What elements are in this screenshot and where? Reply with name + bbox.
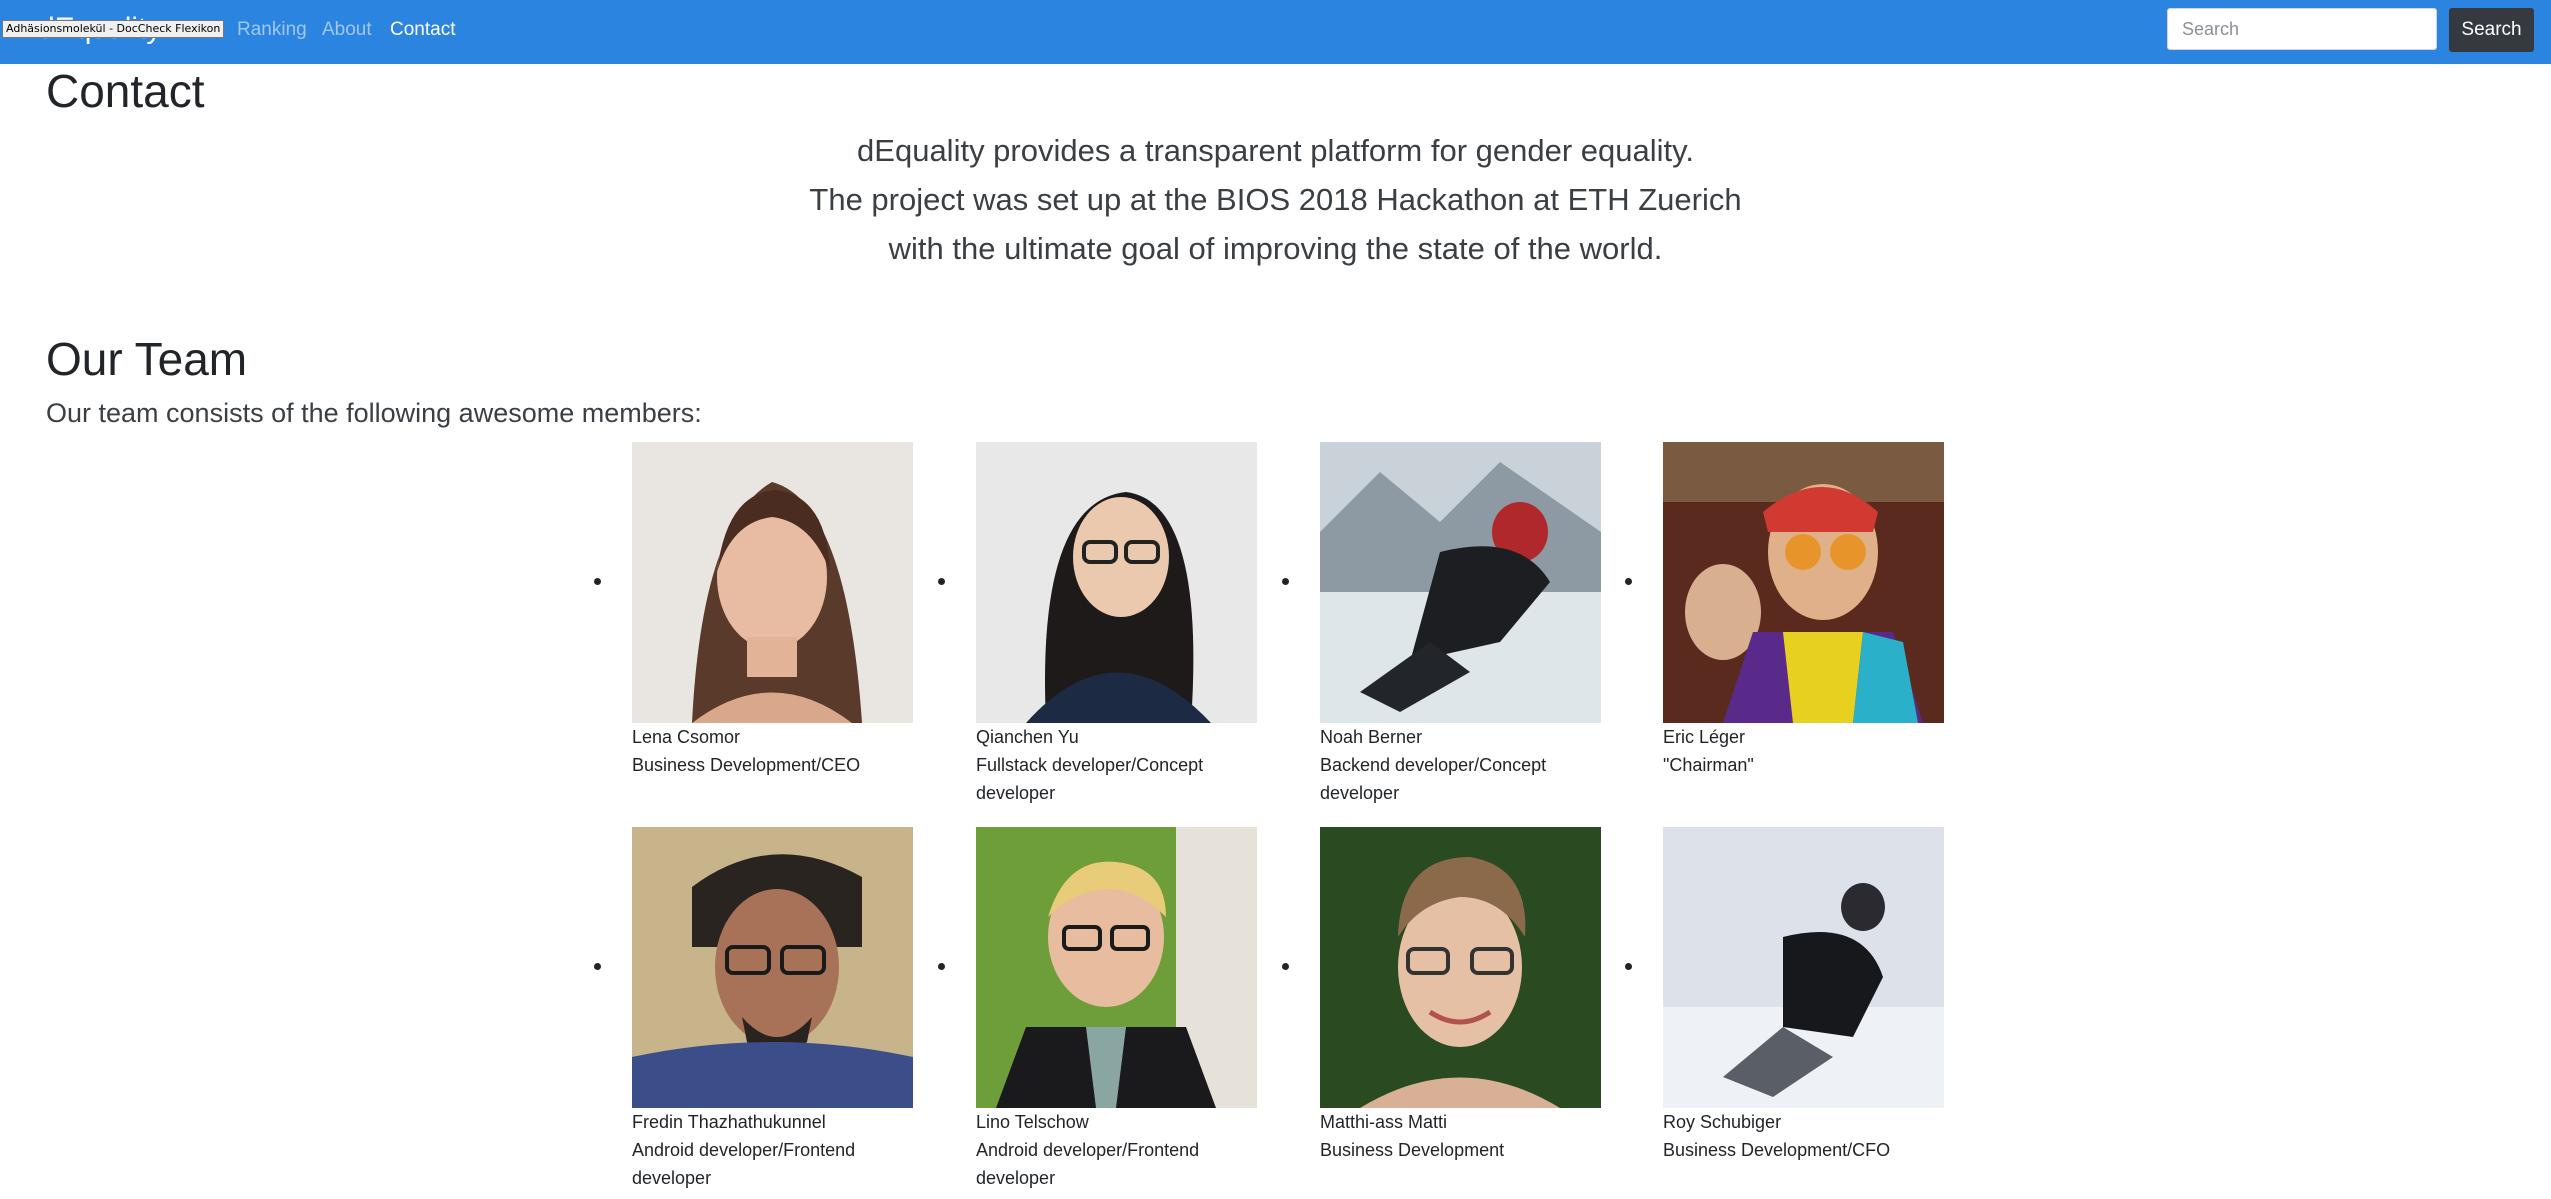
list-bullet [1625, 578, 1632, 585]
list-bullet [1282, 578, 1289, 585]
intro-line: dEquality provides a transparent platfor… [857, 133, 1694, 168]
intro-text: dEquality provides a transparent platfor… [0, 126, 2551, 273]
member-role: Android developer/Frontend developer [632, 1140, 856, 1188]
top-navbar: dEquality Adhäsionsmolekül - DocCheck Fl… [0, 0, 2551, 64]
member-name: Lena Csomor [632, 727, 741, 747]
member-role: Business Development/CFO [1663, 1140, 1891, 1160]
member-photo [1320, 442, 1601, 723]
list-bullet [1625, 963, 1632, 970]
team-member-card: Noah Berner Backend developer/Concept de… [1282, 442, 1610, 807]
member-name: Eric Léger [1663, 727, 1746, 747]
list-bullet [1282, 963, 1289, 970]
member-photo [1320, 827, 1601, 1108]
member-name: Roy Schubiger [1663, 1112, 1782, 1132]
list-bullet [938, 963, 945, 970]
list-bullet [594, 963, 601, 970]
member-photo [632, 442, 913, 723]
intro-line: The project was set up at the BIOS 2018 … [809, 182, 1742, 217]
member-name: Fredin Thazhathukunnel [632, 1112, 826, 1132]
member-role: Backend developer/Concept developer [1320, 755, 1547, 803]
team-member-card: Lino Telschow Android developer/Frontend… [938, 827, 1266, 1192]
list-bullet [938, 578, 945, 585]
member-photo [1663, 442, 1944, 723]
intro-line: with the ultimate goal of improving the … [888, 231, 1663, 266]
nav-link-about[interactable]: About [322, 19, 372, 41]
list-bullet [594, 578, 601, 585]
member-name: Lino Telschow [976, 1112, 1089, 1132]
member-photo [1663, 827, 1944, 1108]
search-button[interactable]: Search [2449, 8, 2534, 52]
member-role: Android developer/Frontend developer [976, 1140, 1200, 1188]
team-title: Our Team [46, 333, 248, 385]
team-member-card: Fredin Thazhathukunnel Android developer… [594, 827, 922, 1192]
nav-link-contact[interactable]: Contact [390, 19, 455, 41]
member-role: Fullstack developer/Concept developer [976, 755, 1204, 803]
team-member-card: Eric Léger "Chairman" [1625, 442, 1953, 779]
member-photo [632, 827, 913, 1108]
browser-tooltip: Adhäsionsmolekül - DocCheck Flexikon [2, 20, 225, 38]
member-name: Noah Berner [1320, 727, 1423, 747]
team-member-card: Qianchen Yu Fullstack developer/Concept … [938, 442, 1266, 807]
page-title: Contact [46, 65, 205, 117]
team-member-card: Matthi-ass Matti Business Development [1282, 827, 1610, 1164]
search-input[interactable] [2167, 8, 2437, 50]
member-role: Business Development [1320, 1140, 1505, 1160]
member-role: "Chairman" [1663, 755, 1754, 775]
team-subtitle: Our team consists of the following aweso… [46, 398, 702, 428]
member-photo [976, 442, 1257, 723]
member-role: Business Development/CEO [632, 755, 861, 775]
member-photo [976, 827, 1257, 1108]
member-name: Qianchen Yu [976, 727, 1079, 747]
team-member-card: Roy Schubiger Business Development/CFO [1625, 827, 1953, 1164]
member-name: Matthi-ass Matti [1320, 1112, 1448, 1132]
nav-link-ranking[interactable]: Ranking [237, 19, 307, 41]
team-member-card: Lena Csomor Business Development/CEO [594, 442, 922, 779]
